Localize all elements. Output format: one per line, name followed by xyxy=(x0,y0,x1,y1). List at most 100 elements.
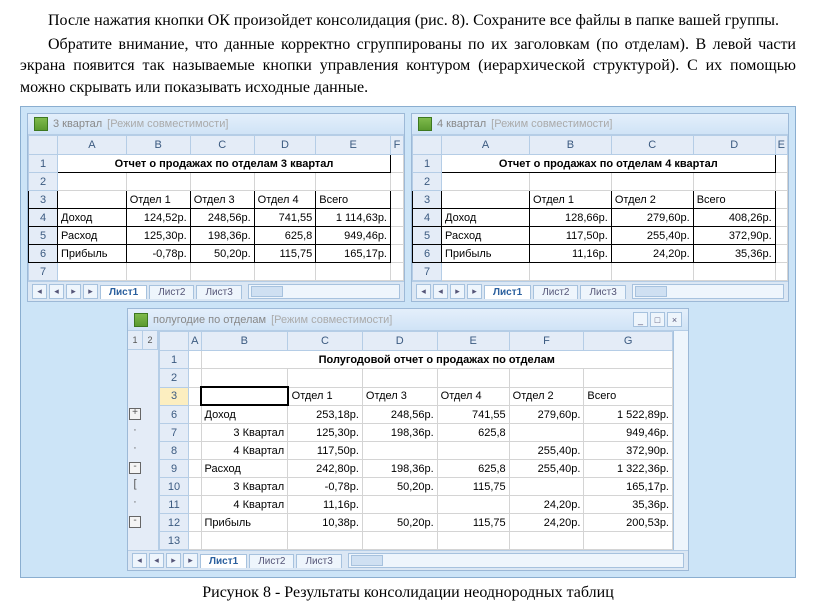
cell[interactable]: 1 522,89p. xyxy=(584,405,673,424)
cell[interactable] xyxy=(362,496,437,514)
close-button[interactable]: × xyxy=(667,312,682,327)
outline-collapse-icon[interactable]: - xyxy=(129,462,141,474)
cell[interactable]: 198,36p. xyxy=(362,424,437,442)
tab-nav-last[interactable]: ▸ xyxy=(467,284,482,299)
cell[interactable] xyxy=(509,478,584,496)
cell[interactable]: 115,75 xyxy=(254,245,316,263)
row-header[interactable]: 1 xyxy=(29,155,58,173)
cell[interactable]: Прибыль xyxy=(442,245,530,263)
min-button[interactable]: _ xyxy=(633,312,648,327)
cell[interactable]: 248,56p. xyxy=(362,405,437,424)
col-header[interactable]: B xyxy=(126,136,190,155)
tab-nav-prev[interactable]: ◂ xyxy=(49,284,64,299)
row-header[interactable]: 3 xyxy=(29,191,58,209)
sheet-tab-1[interactable]: Лист1 xyxy=(200,554,247,568)
cell[interactable]: 4 Квартал xyxy=(201,442,288,460)
col-header[interactable]: D xyxy=(693,136,775,155)
sheet-tab-2[interactable]: Лист2 xyxy=(149,285,194,299)
cell[interactable]: 4 Квартал xyxy=(201,496,288,514)
cell[interactable]: Доход xyxy=(58,209,127,227)
cell[interactable]: 625,8 xyxy=(254,227,316,245)
row-header[interactable]: 4 xyxy=(29,209,58,227)
cell[interactable]: 625,8 xyxy=(437,424,509,442)
cell[interactable]: Отдел 4 xyxy=(437,387,509,405)
row-header[interactable]: 3 xyxy=(413,191,442,209)
row-header[interactable]: 11 xyxy=(160,496,189,514)
cell[interactable]: 24,20p. xyxy=(611,245,693,263)
cell[interactable]: 50,20p. xyxy=(362,478,437,496)
cell[interactable]: 741,55 xyxy=(254,209,316,227)
tab-nav-prev[interactable]: ◂ xyxy=(149,553,164,568)
cell[interactable]: Отдел 1 xyxy=(126,191,190,209)
row-header[interactable]: 5 xyxy=(413,227,442,245)
col-header[interactable]: B xyxy=(201,332,288,351)
sheet-tab-3[interactable]: Лист3 xyxy=(580,285,625,299)
cell[interactable]: 11,16p. xyxy=(529,245,611,263)
cell[interactable]: 3 Квартал xyxy=(201,478,288,496)
cell[interactable]: Отдел 4 xyxy=(254,191,316,209)
col-header[interactable]: E xyxy=(316,136,391,155)
cell[interactable]: 24,20p. xyxy=(509,514,584,532)
row-header[interactable]: 5 xyxy=(29,227,58,245)
col-header[interactable]: D xyxy=(254,136,316,155)
cell[interactable]: 279,60p. xyxy=(611,209,693,227)
tab-nav-first[interactable]: ◂ xyxy=(132,553,147,568)
cell[interactable]: 949,46p. xyxy=(316,227,391,245)
cell[interactable]: -0,78p. xyxy=(288,478,363,496)
cell[interactable]: 165,17p. xyxy=(584,478,673,496)
col-header[interactable]: B xyxy=(529,136,611,155)
cell[interactable]: Отдел 2 xyxy=(509,387,584,405)
cell[interactable]: Всего xyxy=(316,191,391,209)
col-header[interactable]: C xyxy=(611,136,693,155)
tab-nav-first[interactable]: ◂ xyxy=(32,284,47,299)
col-header[interactable]: A xyxy=(442,136,530,155)
cell[interactable]: 198,36p. xyxy=(190,227,254,245)
cell[interactable]: 741,55 xyxy=(437,405,509,424)
cell[interactable]: Расход xyxy=(58,227,127,245)
outline-expand-icon[interactable]: + xyxy=(129,408,141,420)
cell[interactable]: 408,26p. xyxy=(693,209,775,227)
selected-cell[interactable] xyxy=(201,387,288,405)
sheet-half-year[interactable]: A B C D E F G 1Полугодовой отчет о прода… xyxy=(159,331,673,550)
tab-nav-next[interactable]: ▸ xyxy=(166,553,181,568)
titlebar-half-year[interactable]: полугодие по отделам [Режим совместимост… xyxy=(128,309,688,331)
cell[interactable]: 248,56p. xyxy=(190,209,254,227)
cell[interactable]: Расход xyxy=(201,460,288,478)
tab-nav-next[interactable]: ▸ xyxy=(450,284,465,299)
cell[interactable]: 242,80p. xyxy=(288,460,363,478)
cell[interactable]: 124,52p. xyxy=(126,209,190,227)
row-header[interactable]: 6 xyxy=(29,245,58,263)
cell[interactable] xyxy=(437,442,509,460)
cell[interactable]: 255,40p. xyxy=(611,227,693,245)
col-header[interactable]: C xyxy=(288,332,363,351)
tab-nav-next[interactable]: ▸ xyxy=(66,284,81,299)
row-header[interactable]: 10 xyxy=(160,478,189,496)
cell[interactable]: 11,16p. xyxy=(288,496,363,514)
outline-collapse-icon[interactable]: - xyxy=(129,516,141,528)
sheet-tab-3[interactable]: Лист3 xyxy=(296,554,341,568)
row-header[interactable]: 7 xyxy=(29,263,58,281)
max-button[interactable]: □ xyxy=(650,312,665,327)
cell[interactable]: Отдел 1 xyxy=(529,191,611,209)
row-header[interactable]: 6 xyxy=(413,245,442,263)
cell[interactable]: 1 322,36p. xyxy=(584,460,673,478)
tab-nav-last[interactable]: ▸ xyxy=(83,284,98,299)
cell[interactable]: Отдел 1 xyxy=(288,387,363,405)
cell[interactable]: Прибыль xyxy=(58,245,127,263)
cell[interactable]: 255,40p. xyxy=(509,460,584,478)
row-header[interactable]: 6 xyxy=(160,405,189,424)
row-header[interactable]: 2 xyxy=(160,369,189,388)
cell[interactable]: Всего xyxy=(693,191,775,209)
cell[interactable]: 372,90p. xyxy=(584,442,673,460)
cell[interactable]: 35,36p. xyxy=(584,496,673,514)
col-header[interactable]: E xyxy=(437,332,509,351)
h-scrollbar[interactable] xyxy=(348,553,684,568)
cell[interactable]: 125,30p. xyxy=(288,424,363,442)
row-header[interactable]: 2 xyxy=(29,173,58,191)
sheet-q3[interactable]: A B C D E F 1Отчет о продажах по отделам… xyxy=(28,135,404,281)
cell[interactable]: 3 Квартал xyxy=(201,424,288,442)
cell[interactable]: Прибыль xyxy=(201,514,288,532)
cell[interactable]: 24,20p. xyxy=(509,496,584,514)
sheet-q4[interactable]: A B C D E 1Отчет о продажах по отделам 4… xyxy=(412,135,788,281)
h-scrollbar[interactable] xyxy=(248,284,400,299)
